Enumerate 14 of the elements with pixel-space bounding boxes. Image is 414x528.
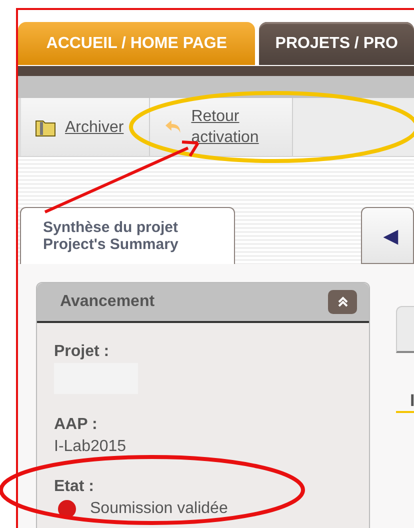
side-heading: I	[396, 391, 414, 413]
field-label: Etat :	[54, 478, 95, 496]
field-label: AAP :	[54, 416, 98, 434]
panel-title: Avancement	[60, 293, 155, 311]
undo-button[interactable]: Retour activation	[150, 98, 293, 156]
archive-button[interactable]: Archiver	[18, 98, 150, 156]
collapse-button[interactable]	[328, 290, 357, 314]
content-tab[interactable]: Synthèse du projet Project's Summary	[20, 207, 235, 264]
field-value: I-Lab2015	[54, 438, 126, 456]
field-label: Projet :	[54, 343, 110, 361]
nav-tab[interactable]: PROJETS / PRO	[259, 22, 414, 65]
content-tab[interactable]: ◀	[361, 207, 414, 264]
chevron-icon	[336, 296, 348, 308]
field-value: Soumission validée	[90, 500, 228, 518]
